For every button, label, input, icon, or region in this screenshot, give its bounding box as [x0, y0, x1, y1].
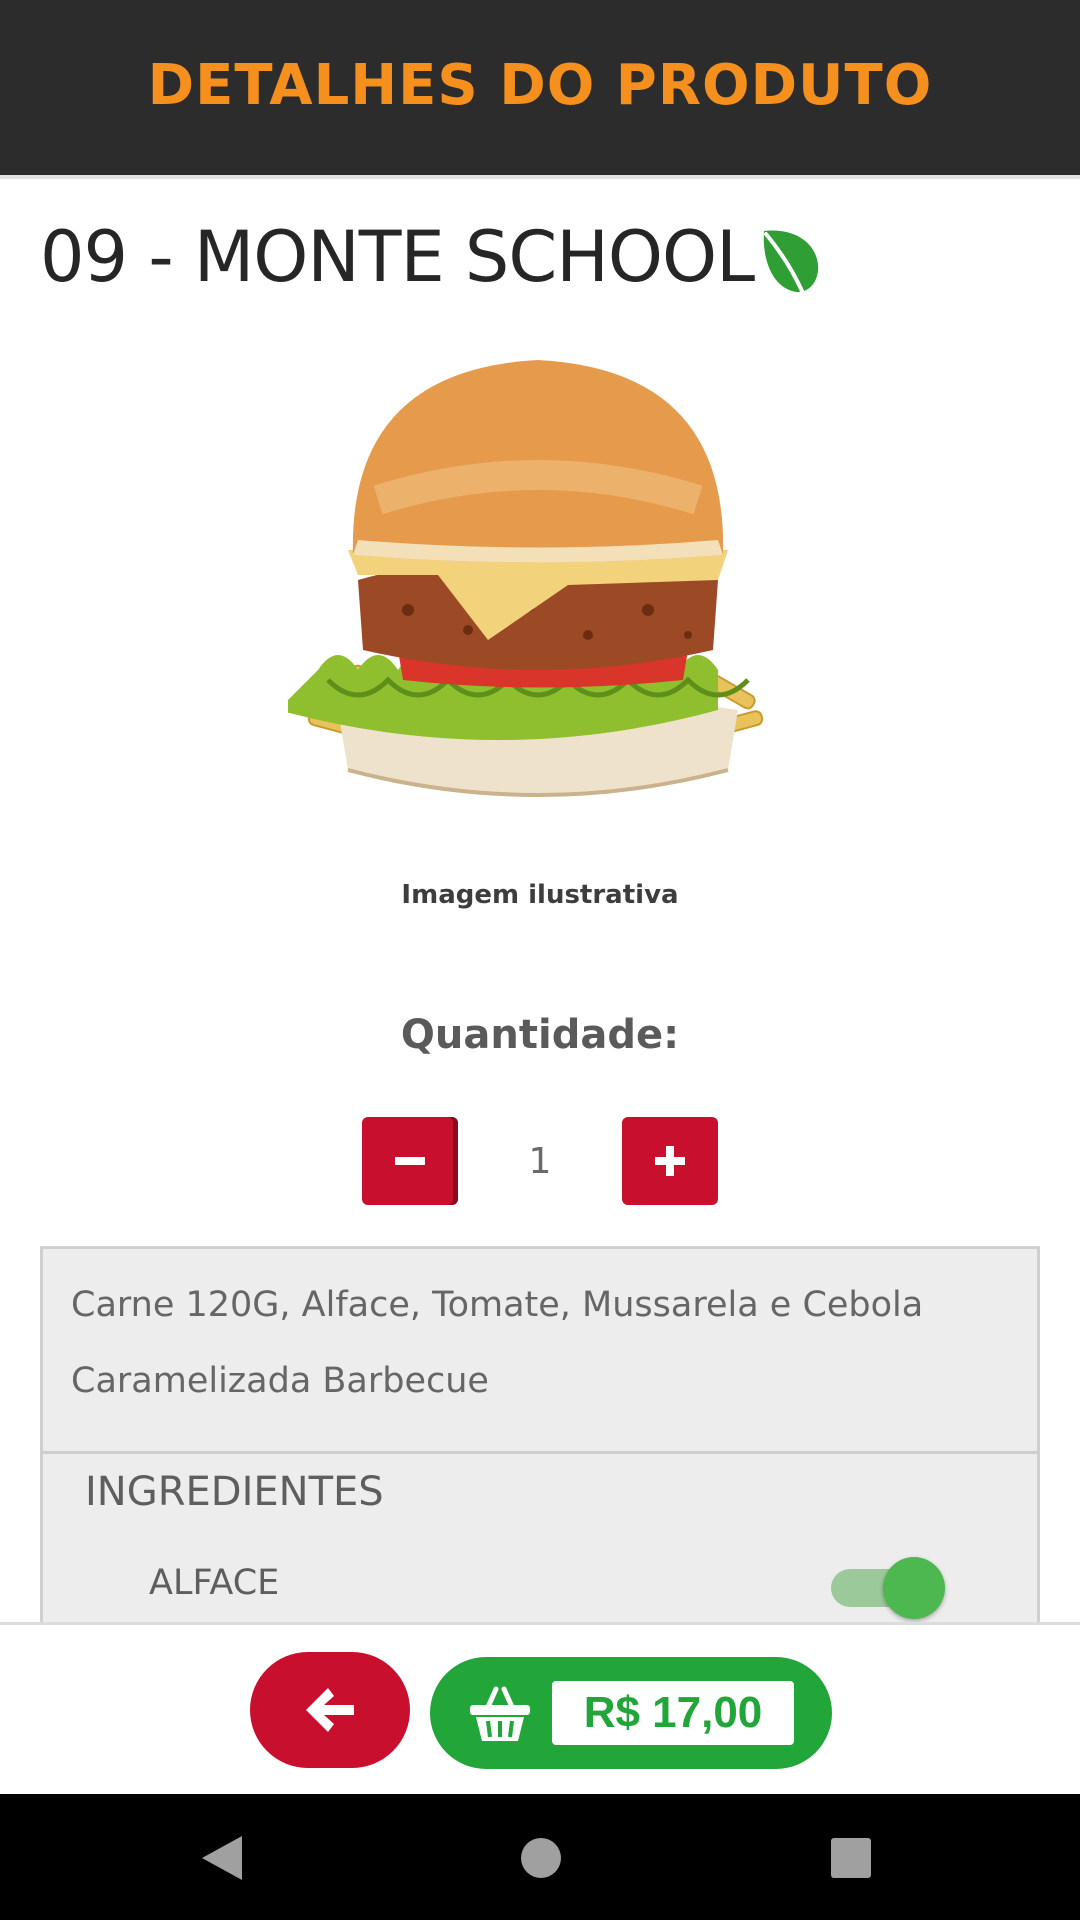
quantity-label: Quantidade: — [400, 1012, 680, 1058]
price-badge: R$ 17,00 — [552, 1681, 794, 1745]
decrease-quantity-button[interactable] — [362, 1117, 458, 1205]
add-to-cart-button[interactable]: R$ 17,00 — [430, 1657, 832, 1769]
arrow-left-icon — [306, 1688, 354, 1732]
bottom-action-bar: R$ 17,00 — [0, 1622, 1080, 1797]
ingredient-name: ALFACE — [149, 1563, 280, 1603]
quantity-value: 1 — [528, 1140, 552, 1182]
product-name: 09 - MONTE SCHOOL — [40, 216, 755, 298]
leaf-icon — [763, 230, 819, 293]
circle-home-icon[interactable] — [521, 1838, 561, 1878]
product-title-row: 09 - MONTE SCHOOL — [40, 212, 822, 302]
ingredient-row: ALFACE — [43, 1545, 1037, 1623]
increase-quantity-button[interactable] — [622, 1117, 718, 1205]
ingredients-heading: INGREDIENTES — [85, 1469, 384, 1515]
back-button[interactable] — [250, 1652, 410, 1768]
header-title: DETALHES DO PRODUTO — [147, 53, 933, 118]
toggle-thumb — [883, 1557, 945, 1619]
product-details-panel: Carne 120G, Alface, Tomate, Mussarela e … — [40, 1246, 1040, 1626]
divider — [43, 1451, 1037, 1454]
product-image — [288, 360, 764, 797]
image-caption: Imagem ilustrativa — [401, 880, 679, 910]
ingredient-toggle[interactable] — [831, 1557, 951, 1619]
triangle-back-icon[interactable] — [200, 1834, 246, 1882]
app-header: DETALHES DO PRODUTO — [0, 0, 1080, 179]
price-text: R$ 17,00 — [583, 1688, 763, 1737]
product-description: Carne 120G, Alface, Tomate, Mussarela e … — [71, 1285, 924, 1401]
square-recents-icon[interactable] — [831, 1838, 871, 1878]
system-nav-bar — [0, 1794, 1080, 1920]
plus-icon — [655, 1146, 685, 1176]
minus-icon — [395, 1157, 425, 1165]
basket-icon — [470, 1686, 530, 1741]
